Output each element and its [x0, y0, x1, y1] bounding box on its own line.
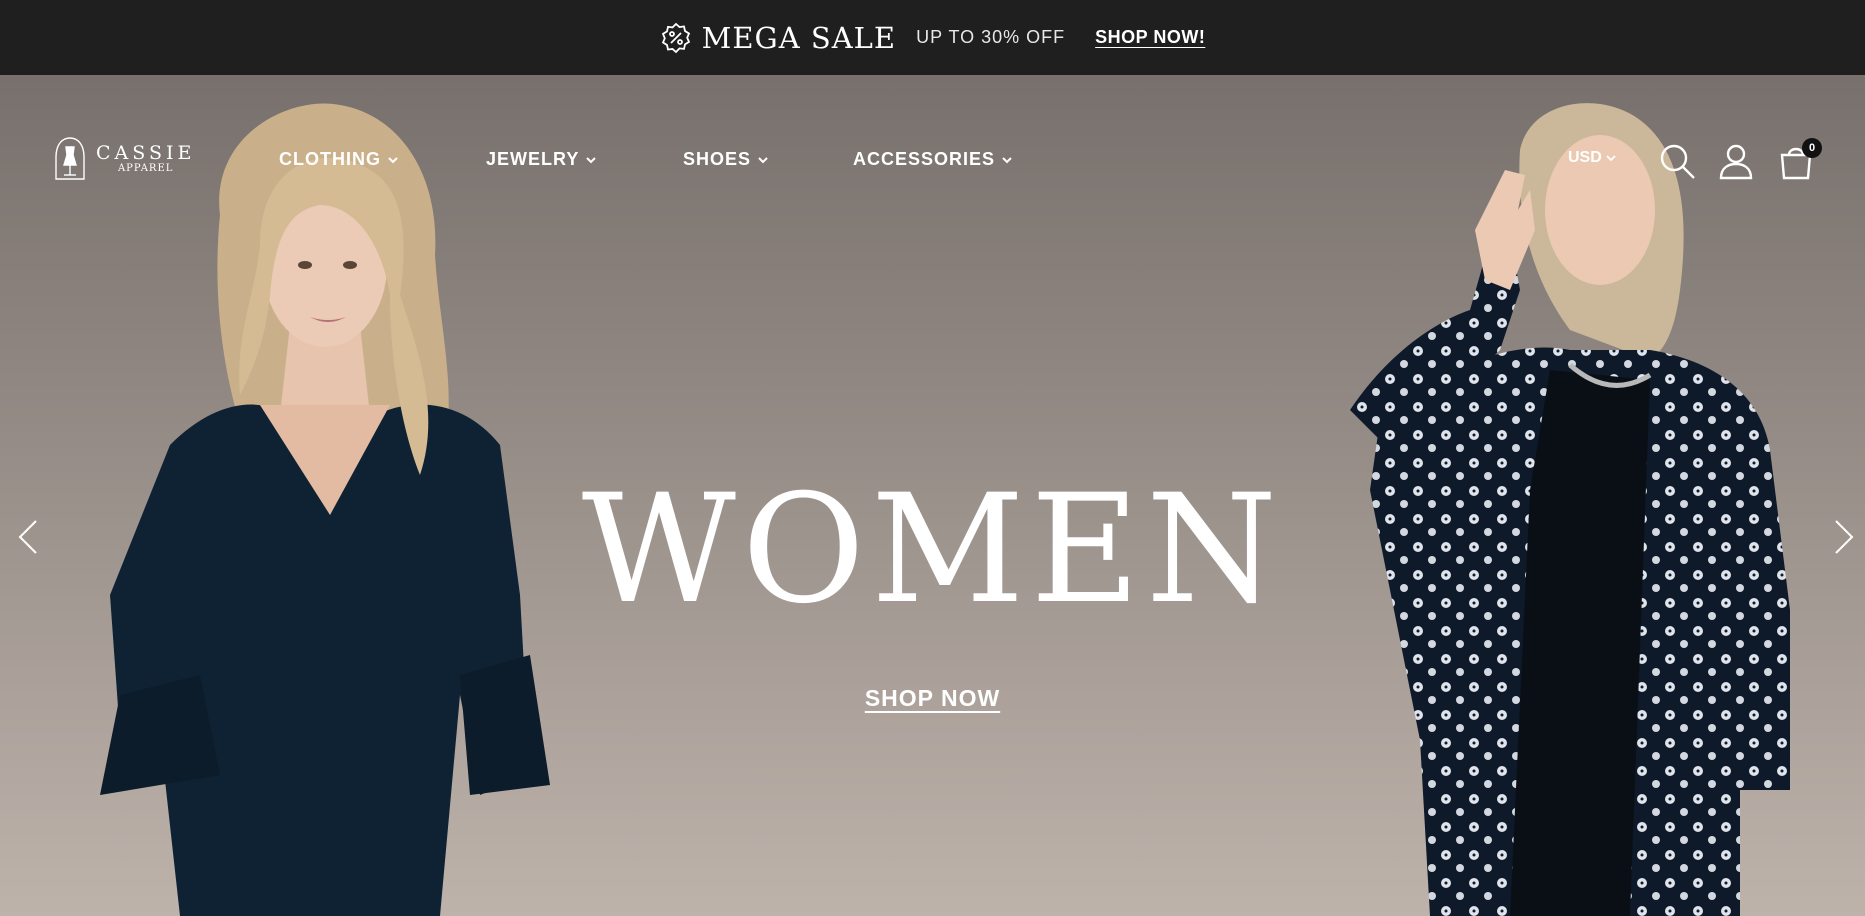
nav-item-shoes[interactable]: SHOES [683, 149, 769, 170]
nav-item-clothing[interactable]: CLOTHING [279, 149, 399, 170]
chevron-down-icon [1002, 156, 1012, 163]
chevron-right-icon[interactable] [1830, 515, 1858, 559]
sale-title: MEGA SALE [701, 20, 897, 55]
currency-label: USD [1568, 149, 1602, 166]
announcement-bar: MEGA SALE UP TO 30% OFF SHOP NOW! [0, 0, 1865, 75]
nav-item-jewelry[interactable]: JEWELRY [486, 149, 597, 170]
logo-sub-text: APPAREL [117, 163, 174, 174]
nav-item-label: ACCESSORIES [853, 149, 996, 169]
nav-item-label: CLOTHING [279, 149, 381, 169]
user-icon[interactable] [1716, 141, 1756, 181]
brand-logo[interactable]: CASSIE APPAREL [52, 135, 195, 183]
currency-selector[interactable]: USD [1568, 149, 1616, 167]
nav-item-label: JEWELRY [486, 149, 580, 169]
chevron-left-icon[interactable] [14, 515, 42, 559]
dress-form-icon [55, 137, 85, 180]
hero-title: WOMEN [581, 463, 1284, 637]
chevron-down-icon [586, 156, 597, 163]
logo-brand-text: CASSIE [96, 142, 196, 164]
hero-shop-now-link[interactable]: SHOP NOW [865, 685, 1000, 711]
sale-subtitle: UP TO 30% OFF [916, 27, 1066, 47]
announcement-shop-link[interactable]: SHOP NOW! [1095, 27, 1205, 48]
hero-cta-wrap: SHOP NOW [0, 685, 1865, 712]
chevron-down-icon [1606, 155, 1616, 162]
chevron-down-icon [758, 156, 768, 163]
nav-item-accessories[interactable]: ACCESSORIES [853, 149, 1013, 170]
percent-badge-icon [660, 22, 692, 54]
hero-banner: CASSIE APPAREL CLOTHING JEWELRY SHOES AC… [0, 75, 1865, 916]
cart-count-badge: 0 [1802, 138, 1822, 158]
chevron-down-icon [388, 156, 398, 163]
search-icon[interactable] [1657, 141, 1697, 181]
nav-item-label: SHOES [683, 149, 752, 169]
